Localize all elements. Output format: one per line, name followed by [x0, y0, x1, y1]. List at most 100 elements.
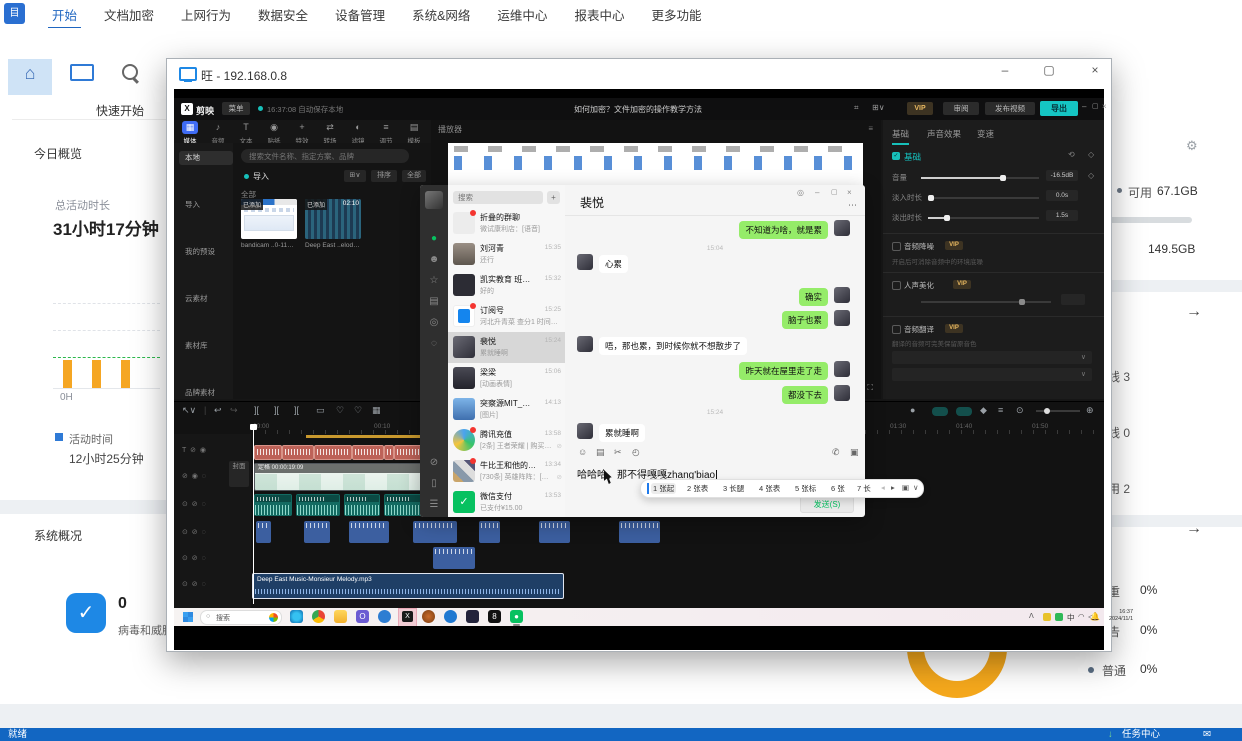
screenshot-icon[interactable]: ✂	[614, 447, 622, 458]
menu-tab-report-center[interactable]: 报表中心	[574, 5, 624, 24]
blue-app-icon[interactable]	[378, 610, 391, 623]
nav-brand[interactable]: 品牌素材	[179, 386, 233, 400]
message-icon[interactable]: ✉	[1203, 728, 1211, 741]
auto-captions-toggle[interactable]	[932, 407, 948, 416]
menu-tab-ops-center[interactable]: 运维中心	[497, 5, 547, 24]
edge-icon[interactable]	[290, 610, 303, 623]
contact-item-selected[interactable]: 裴悦 15:24 累就睡啊	[448, 332, 565, 363]
text-clip[interactable]	[352, 445, 384, 460]
contact-item[interactable]: 梁梁 15:06 [动画表情]	[448, 363, 565, 394]
wechat-search-input[interactable]	[453, 191, 543, 204]
keyframe-icon[interactable]: ◇	[1088, 150, 1094, 159]
publish-button[interactable]: 发布视频	[985, 102, 1035, 115]
view-mode-chip[interactable]: ⊞∨	[344, 170, 366, 182]
inspector-tab-basic[interactable]: 基础	[892, 128, 909, 145]
voice-call-icon[interactable]: ✆	[832, 447, 840, 458]
media-thumb-video[interactable]: 已添加	[241, 199, 297, 239]
mirror-icon[interactable]: ▦	[372, 405, 381, 416]
ime-expand-icon[interactable]: ∨	[913, 483, 919, 492]
tray-expand-icon[interactable]: ᐱ	[1029, 612, 1034, 620]
contact-item[interactable]: 订阅号 15:25 河北升青菜 查分1 时间定了...	[448, 301, 565, 332]
player-menu-icon[interactable]: ≡	[868, 124, 873, 133]
playhead-handle[interactable]	[250, 424, 257, 430]
ime-candidate[interactable]: 6 张	[831, 483, 845, 494]
media-search-input[interactable]	[241, 149, 409, 163]
emoji-icon[interactable]: ☺	[578, 447, 587, 457]
favorite-icon[interactable]: ♡	[336, 405, 344, 416]
send-button[interactable]: 发送(S)	[800, 496, 854, 513]
music-clip[interactable]: Deep East Music-Monsieur Melody.mp3	[252, 573, 564, 599]
file-explorer-icon[interactable]	[334, 610, 347, 623]
contact-item[interactable]: ✓ 微信支付 13:53 已支付¥15.00	[448, 487, 565, 517]
vip-badge[interactable]: VIP	[907, 102, 933, 115]
tab-effects[interactable]: +特效	[288, 121, 316, 145]
split-left-icon[interactable]: ][	[274, 405, 279, 415]
crop-icon[interactable]: ▭	[316, 405, 325, 416]
files-icon[interactable]: ▤	[428, 296, 440, 307]
app-logo-icon[interactable]: 目	[4, 3, 25, 24]
text-clip[interactable]	[314, 445, 352, 460]
contact-item[interactable]: 凯实教育 班主任13... 15:32 好的	[448, 270, 565, 301]
volume-keyframe-icon[interactable]: ◇	[1088, 171, 1094, 180]
playhead[interactable]	[253, 424, 254, 604]
cover-button[interactable]: 封面	[229, 461, 249, 487]
volume-value[interactable]: -16.5dB	[1046, 170, 1078, 181]
tray-yellow-icon[interactable]	[1043, 613, 1051, 621]
editor-minimize-button[interactable]: –	[1082, 102, 1086, 111]
nav-cloud[interactable]: 云素材	[179, 292, 233, 306]
contact-item[interactable]: 突察源MIT_影影 14:13 [图片]	[448, 394, 565, 425]
fade-out-slider[interactable]	[928, 217, 1039, 219]
tab-media[interactable]: ▦媒体	[176, 121, 204, 145]
chat-minimize-button[interactable]: –	[815, 188, 819, 197]
restrict-icon[interactable]: ⊘	[428, 457, 440, 468]
ime-candidate[interactable]: 5 张标	[795, 483, 816, 494]
home-icon[interactable]: ⌂	[17, 61, 43, 85]
chat-pin-icon[interactable]: ◎	[797, 188, 804, 197]
nav-local[interactable]: 本地	[179, 151, 233, 165]
overlay-clip[interactable]	[539, 521, 570, 543]
link-icon[interactable]: ≡	[998, 405, 1003, 415]
task-center-button[interactable]: 任务中心	[1122, 728, 1160, 741]
ime-candidate[interactable]: 3 长腿	[723, 483, 744, 494]
start-button[interactable]	[183, 612, 193, 622]
review-button[interactable]: 审阅	[943, 102, 979, 115]
audio-clip[interactable]	[254, 494, 292, 516]
overlay-clip[interactable]	[304, 521, 330, 543]
ime-next-icon[interactable]: ▸	[891, 483, 895, 492]
import-button[interactable]: 导入	[253, 171, 269, 182]
remote-close-button[interactable]: ×	[1085, 63, 1105, 77]
overlay-clip[interactable]	[619, 521, 660, 543]
fade-in-value[interactable]: 0.0s	[1046, 190, 1078, 201]
inspector-tab-speed[interactable]: 变速	[977, 128, 994, 140]
remote-window-titlebar[interactable]: 旺 - 192.168.0.8 – ▢ ×	[167, 59, 1111, 89]
beat-toggle[interactable]	[956, 407, 972, 416]
preview-axis-icon[interactable]: ⊙	[1016, 405, 1024, 416]
nav-import[interactable]: 导入	[179, 198, 233, 212]
audio-clip[interactable]	[344, 494, 380, 516]
remote-minimize-button[interactable]: –	[995, 63, 1015, 77]
quick-start-tab[interactable]: 快速开始	[96, 102, 144, 119]
taskbar-search[interactable]: ○ 搜索	[200, 610, 282, 625]
moments-icon[interactable]: ◎	[428, 317, 440, 328]
contact-item[interactable]: 牛比王和他的好兄... 13:34 [730条] 英雄阵阵：[图片] ⊘	[448, 456, 565, 487]
tab-filter[interactable]: ◐滤镜	[344, 121, 372, 145]
translate-source-dropdown[interactable]: ∨	[892, 351, 1092, 364]
denoise-checkbox[interactable]	[892, 242, 901, 251]
menu-icon[interactable]: ☰	[428, 499, 440, 510]
record-mic-icon[interactable]: ●	[910, 405, 915, 415]
contacts-icon[interactable]: ☻	[428, 254, 440, 265]
audio-clip[interactable]	[296, 494, 340, 516]
redo-icon[interactable]: ↪	[230, 405, 238, 416]
text-clip[interactable]	[282, 445, 314, 460]
inspector-tab-sound[interactable]: 声音效果	[927, 128, 961, 140]
voice-checkbox[interactable]	[892, 281, 901, 290]
tab-adjust[interactable]: ≡调节	[372, 121, 400, 145]
voice-slider[interactable]	[921, 301, 1051, 303]
black8-app-icon[interactable]: 8	[488, 610, 501, 623]
qq-icon[interactable]	[444, 610, 457, 623]
file-icon[interactable]: ▤	[596, 447, 605, 458]
fade-in-slider[interactable]	[928, 197, 1039, 199]
active-app-highlight[interactable]: X	[398, 608, 417, 627]
ime-candidate[interactable]: 2 张表	[687, 483, 708, 494]
undo-icon[interactable]: ↩	[214, 405, 222, 416]
